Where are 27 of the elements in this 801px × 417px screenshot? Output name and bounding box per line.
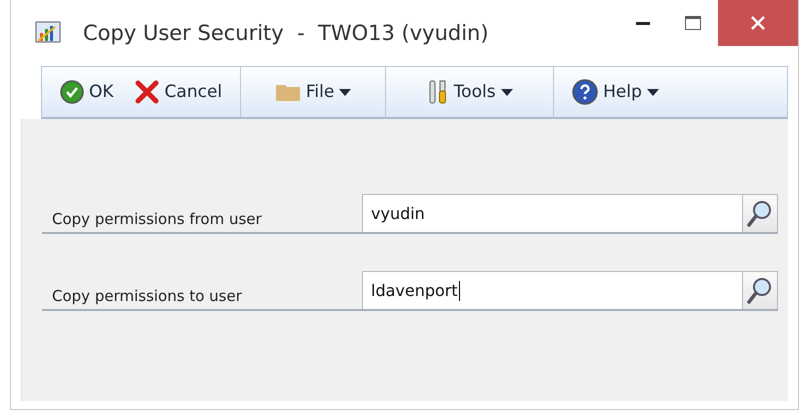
folder-icon bbox=[274, 82, 301, 102]
magnifier-icon bbox=[747, 276, 773, 304]
help-icon bbox=[572, 79, 598, 105]
close-icon bbox=[751, 16, 765, 30]
checkmark-icon bbox=[60, 80, 84, 104]
ok-button[interactable]: OK bbox=[60, 80, 114, 104]
app-icon bbox=[35, 21, 61, 45]
cross-icon bbox=[134, 79, 160, 105]
field-label: Copy permissions to user bbox=[51, 286, 243, 307]
input-field[interactable]: vyudin bbox=[362, 194, 743, 232]
field-label: Copy permissions from user bbox=[51, 209, 263, 230]
tools-icon bbox=[426, 79, 449, 105]
lookup-button[interactable] bbox=[743, 271, 778, 309]
dropdown-caret-icon bbox=[646, 88, 659, 96]
cancel-button[interactable]: Cancel bbox=[134, 79, 222, 105]
dropdown-caret-icon bbox=[339, 88, 352, 96]
tools-button[interactable]: Tools bbox=[426, 79, 513, 105]
input-field[interactable]: ldavenport bbox=[362, 271, 743, 309]
close-button[interactable] bbox=[718, 0, 798, 46]
minimize-icon bbox=[636, 22, 650, 24]
lookup-button[interactable] bbox=[743, 194, 778, 232]
dropdown-caret-icon bbox=[500, 88, 513, 96]
maximize-icon bbox=[685, 16, 701, 30]
window-title: Copy User Security - TWO13 (vyudin) bbox=[83, 21, 489, 45]
file-button[interactable]: File bbox=[274, 82, 352, 102]
magnifier-icon bbox=[747, 200, 773, 228]
help-button[interactable]: Help bbox=[572, 79, 659, 105]
